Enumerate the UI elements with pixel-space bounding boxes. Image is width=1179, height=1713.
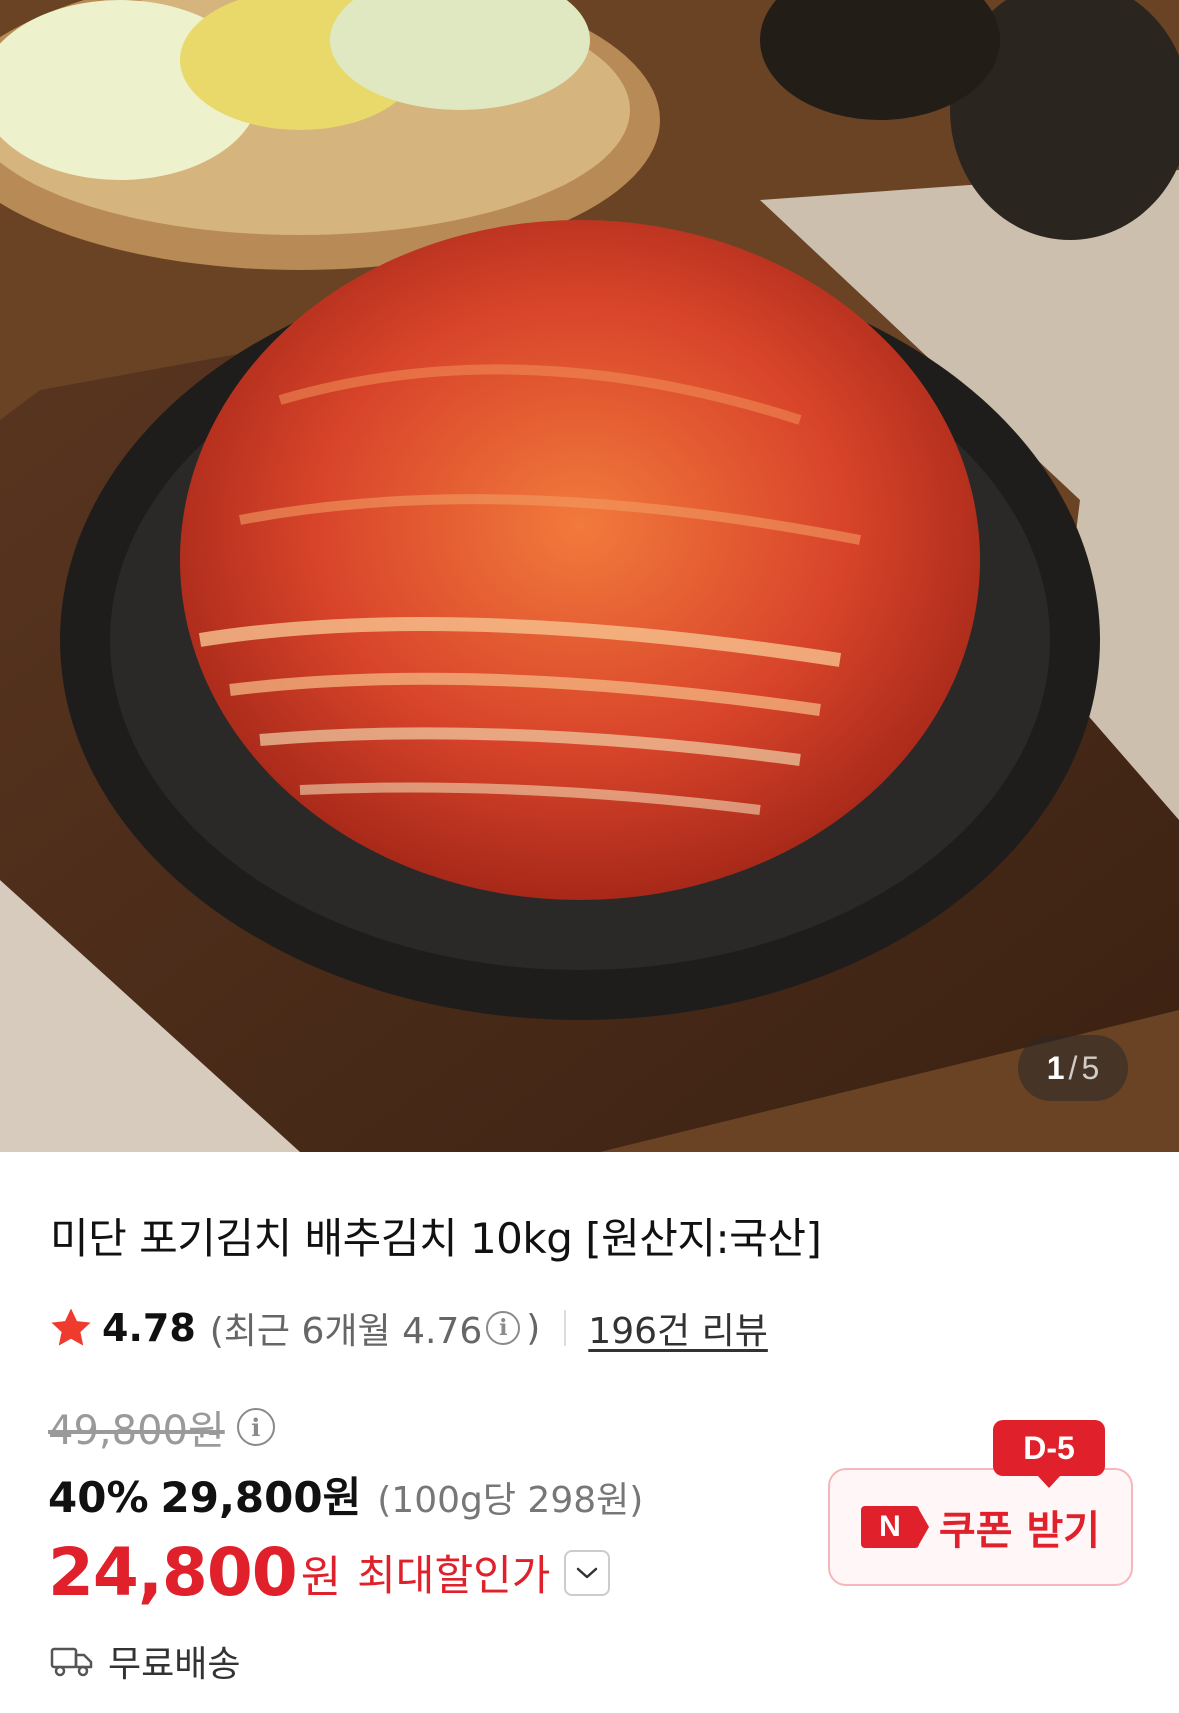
kimchi-photo-illustration xyxy=(0,0,1179,1152)
coupon-deadline-badge: D-5 xyxy=(993,1420,1105,1476)
max-discount-row: 24,800 원 최대할인가 xyxy=(48,1534,611,1611)
original-price-row: 49,800원 i xyxy=(48,1398,281,1456)
shipping-row: 무료배송 xyxy=(50,1635,240,1687)
product-title: 미단 포기김치 배추김치 10kg [원산지:국산] xyxy=(50,1214,822,1263)
sale-price: 29,800원 xyxy=(160,1473,362,1522)
chevron-down-icon xyxy=(577,1567,598,1578)
unit-price: (100g당 298원) xyxy=(377,1480,644,1521)
original-price: 49,800원 xyxy=(48,1408,225,1454)
coupon-button[interactable]: N 쿠폰 받기 xyxy=(828,1468,1133,1586)
max-discount-price: 24,800 xyxy=(48,1534,298,1611)
image-counter-current: 1 xyxy=(1046,1049,1065,1086)
max-discount-price-unit: 원 xyxy=(300,1551,342,1603)
star-icon xyxy=(51,1308,91,1346)
sale-price-row: 40% 29,800원 (100g당 298원) xyxy=(48,1464,643,1525)
image-counter-total: 5 xyxy=(1081,1049,1100,1086)
naver-n-icon: N xyxy=(860,1506,919,1548)
review-count-link[interactable]: 196건 리뷰 xyxy=(588,1302,768,1354)
recent-rating-text: (최근 6개월 4.76 xyxy=(209,1311,483,1352)
price-info-icon[interactable]: i xyxy=(236,1408,275,1446)
divider xyxy=(564,1310,567,1346)
recent-rating: (최근 6개월 4.76 i ) xyxy=(210,1302,541,1354)
image-counter: 1 / 5 xyxy=(1018,1035,1128,1101)
product-image[interactable]: 1 / 5 xyxy=(0,0,1179,1152)
discount-percent: 40% xyxy=(48,1473,149,1522)
info-icon[interactable]: i xyxy=(486,1311,521,1345)
expand-discount-button[interactable] xyxy=(564,1549,611,1596)
rating-score: 4.78 xyxy=(102,1306,196,1350)
shipping-label: 무료배송 xyxy=(108,1644,241,1685)
truck-icon xyxy=(50,1647,93,1677)
coupon-label: 쿠폰 받기 xyxy=(938,1508,1101,1554)
max-discount-label: 최대할인가 xyxy=(357,1551,551,1600)
rating-row: 4.78 (최근 6개월 4.76 i ) 196건 리뷰 xyxy=(48,1302,768,1354)
image-counter-separator: / xyxy=(1068,1049,1078,1086)
recent-rating-close: ) xyxy=(526,1307,541,1349)
